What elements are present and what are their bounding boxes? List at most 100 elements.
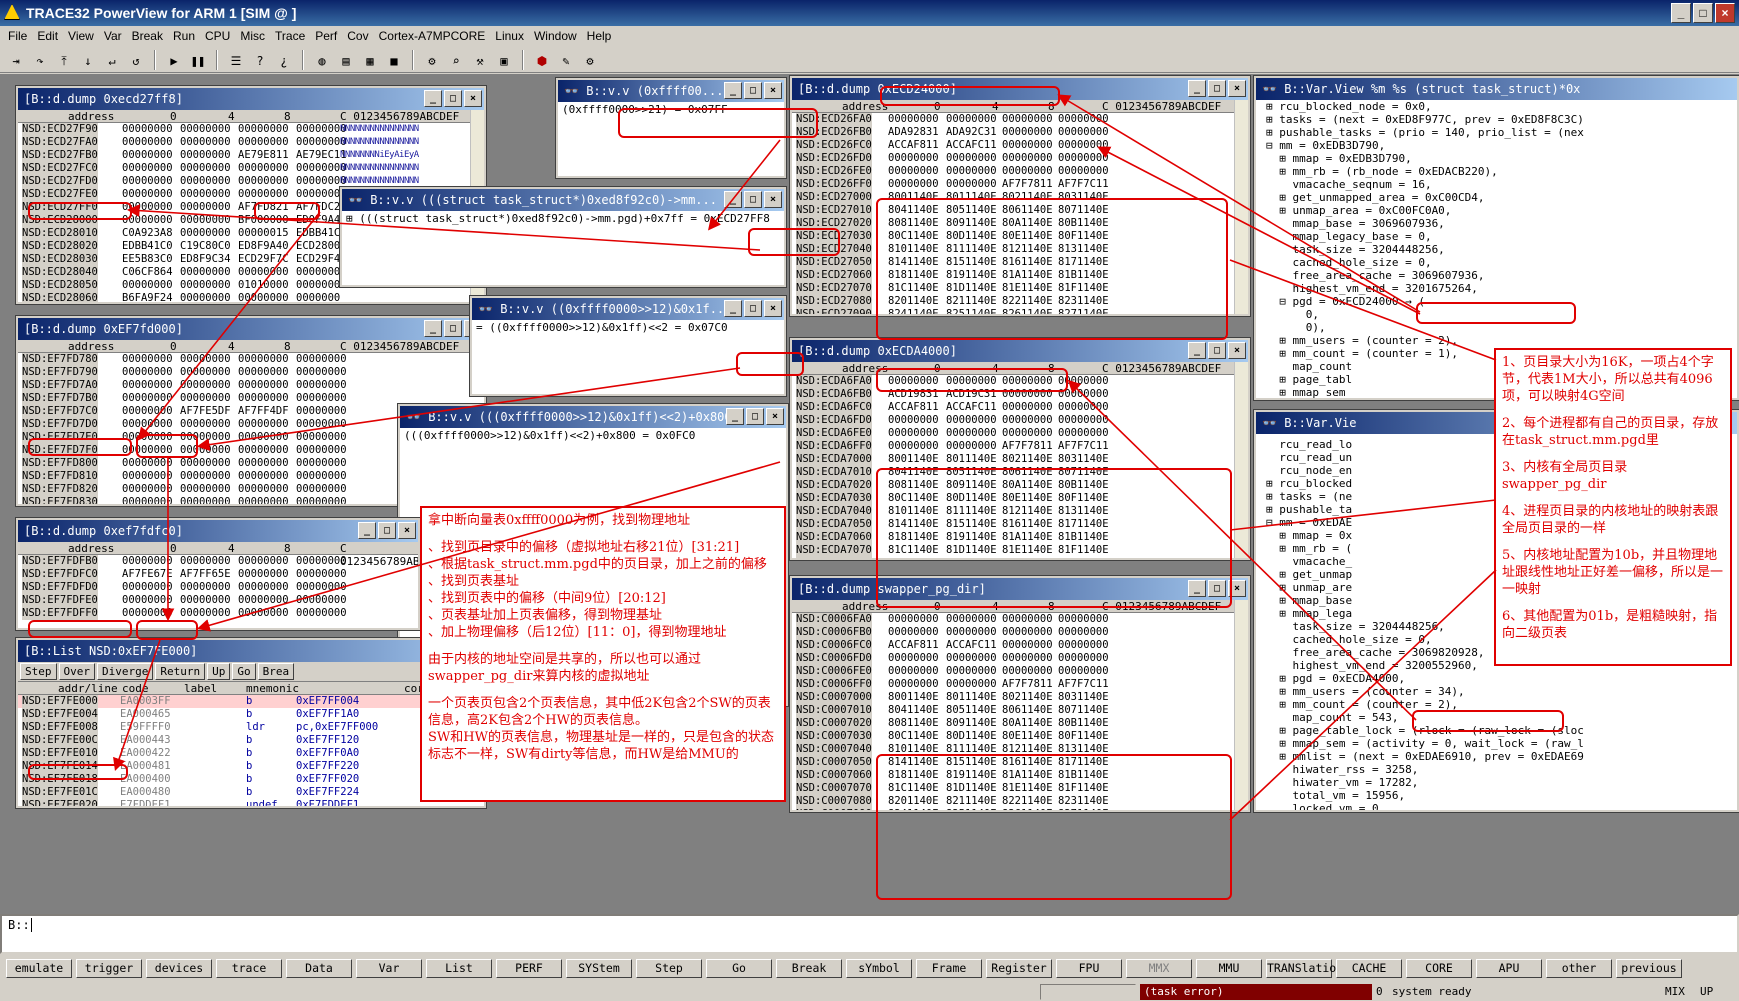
var-tree-item[interactable]: ⊞ mmap = 0xEDB3D790,	[1266, 152, 1737, 165]
minimize-icon[interactable]: _	[1188, 342, 1206, 359]
softkey-break[interactable]: Break	[776, 959, 842, 978]
dump-row[interactable]: NSD:ECD26FF0 00000000 00000000 AF7F7811 AF7F…	[792, 178, 1248, 191]
menu-file[interactable]: File	[8, 26, 27, 46]
softkey-symbol[interactable]: sYmbol	[846, 959, 912, 978]
settings-icon[interactable]: ⚙	[580, 49, 600, 70]
var-tree-item[interactable]: hiwater_rss = 3258,	[1266, 763, 1737, 776]
chip-icon[interactable]: ⚙	[422, 49, 442, 70]
maximize-icon[interactable]: □	[378, 522, 396, 539]
dump-row[interactable]: NSD:EF7FD7A0 00000000 00000000 00000000 0000…	[18, 379, 484, 392]
dump-row[interactable]: NSD:C0006FF0 00000000 00000000 AF7F7811 AF7F…	[792, 678, 1248, 691]
dump-row[interactable]: NSD:EF7FD780 00000000 00000000 00000000 0000…	[18, 353, 484, 366]
var-tree-item[interactable]: ⊞ unmap_area = 0xC00FC0A0,	[1266, 204, 1737, 217]
dump-row[interactable]: NSD:ECDA7030 80C1140E 80D1140E 80E1140E 80F1…	[792, 492, 1248, 505]
step-into-icon[interactable]: ⇥	[6, 49, 26, 70]
close-icon[interactable]: ×	[764, 82, 782, 99]
dump-row[interactable]: NSD:ECDA7040 8101140E 8111140E 8121140E 8131…	[792, 505, 1248, 518]
go-icon[interactable]: ▶	[164, 49, 184, 70]
dump-window-swapper-pg-dir[interactable]: [B::d.dump swapper_pg_dir] _ □ × address 0 4…	[789, 575, 1251, 813]
dump-row[interactable]: NSD:C0007050 8141140E 8151140E 8161140E 8171…	[792, 756, 1248, 769]
close-icon[interactable]: ×	[1228, 580, 1246, 597]
diverge-button[interactable]: Diverge	[97, 663, 154, 680]
vertical-scrollbar[interactable]	[1234, 362, 1248, 558]
dump-row[interactable]: NSD:EF7FDFF0 00000000 00000000 00000000 0000…	[18, 607, 418, 620]
maximize-icon[interactable]: □	[744, 191, 762, 208]
dump-row[interactable]: NSD:ECD27FA0 00000000 00000000 00000000 0000…	[18, 136, 484, 149]
list-row[interactable]: NSD:EF7FE004 EA000465 b 0xEF7FF1A0	[18, 708, 484, 721]
close-icon[interactable]: ×	[1228, 80, 1246, 97]
menu-cov[interactable]: Cov	[347, 26, 368, 46]
dump-row[interactable]: NSD:ECD26FA0 00000000 00000000 00000000 0000…	[792, 113, 1248, 126]
minimize-icon[interactable]: _	[724, 191, 742, 208]
window-title[interactable]: [B::List NSD:0xEF7FE000] _□×	[18, 640, 484, 662]
wrench-icon[interactable]: ✎	[556, 49, 576, 70]
var-tree-item[interactable]: 0),	[1266, 321, 1737, 334]
softkey-previous[interactable]: previous	[1616, 959, 1682, 978]
softkey-other[interactable]: other	[1546, 959, 1612, 978]
close-icon[interactable]: ×	[398, 522, 416, 539]
dump-row[interactable]: NSD:ECD27060 8181140E 8191140E 81A1140E 81B1…	[792, 269, 1248, 282]
var-tree-item[interactable]: ⊞ tasks = (next = 0xED8F977C, prev = 0xE…	[1266, 113, 1737, 126]
maximize-icon[interactable]: □	[1208, 580, 1226, 597]
var-tree-item[interactable]: map_count = 543,	[1266, 711, 1737, 724]
var-tree-item[interactable]: mmap_legacy_base = 0,	[1266, 230, 1737, 243]
dump-row[interactable]: NSD:ECD26FE0 00000000 00000000 00000000 0000…	[792, 165, 1248, 178]
stop-icon[interactable]: ◍	[312, 49, 332, 70]
var-tree-item[interactable]: ⊞ mmlist = (next = 0xEDAE6910, prev = 0x…	[1266, 750, 1737, 763]
var-tree-item[interactable]: ⊞ pgd = 0xECDA4000,	[1266, 672, 1737, 685]
dump-row[interactable]: NSD:ECD26FB0 ADA92831 ADA92C31 00000000 0000…	[792, 126, 1248, 139]
dump-row[interactable]: NSD:C0006FE0 00000000 00000000 00000000 0000…	[792, 665, 1248, 678]
return-button[interactable]: Return	[155, 663, 206, 680]
close-icon[interactable]: ×	[1228, 342, 1246, 359]
softkey-system[interactable]: SYStem	[566, 959, 632, 978]
window-title[interactable]: [B::d.dump 0xEF7fd000] _□×	[18, 318, 484, 340]
dump-row[interactable]: NSD:ECD27FB0 00000000 00000000 AE79E811 AE79…	[18, 149, 484, 162]
menu-run[interactable]: Run	[173, 26, 195, 46]
window-title[interactable]: 👓 B::v.v (((0xffff0000>>12)&0x1ff)<<2)+0…	[400, 406, 786, 428]
dump-row[interactable]: NSD:EF7FDFD0 00000000 00000000 00000000 0000…	[18, 581, 418, 594]
var-tree-item[interactable]: task_size = 3204448256,	[1266, 243, 1737, 256]
minimize-icon[interactable]: _	[424, 320, 442, 337]
var-tree-item[interactable]: ⊟ pgd = 0xECD24000 → (	[1266, 295, 1737, 308]
var-tree-item[interactable]: ⊞ get_unmapped_area = 0xC00CD4,	[1266, 191, 1737, 204]
softkey-perf[interactable]: PERF	[496, 959, 562, 978]
register-icon[interactable]: ▤	[336, 49, 356, 70]
dump-row[interactable]: NSD:C0007020 8081140E 8091140E 80A1140E 80B1…	[792, 717, 1248, 730]
dump-row[interactable]: NSD:EF7FDFB0 00000000 00000000 00000000 0000…	[18, 555, 418, 568]
close-icon[interactable]: ×	[464, 90, 482, 107]
config-icon[interactable]: ⚒	[470, 49, 490, 70]
softkey-register[interactable]: Register	[986, 959, 1052, 978]
dump-row[interactable]: NSD:EF7FDFC0 AF7FE67E AF7FF65E 00000000 0000…	[18, 568, 418, 581]
var-tree-item[interactable]: highest_vm_end = 3201675264,	[1266, 282, 1737, 295]
softkey-step[interactable]: Step	[636, 959, 702, 978]
dump-row[interactable]: NSD:EF7FDFE0 00000000 00000000 00000000 0000…	[18, 594, 418, 607]
over-button[interactable]: Over	[58, 663, 95, 680]
dump-row[interactable]: NSD:ECD26FD0 00000000 00000000 00000000 0000…	[792, 152, 1248, 165]
var-view-window-pgd[interactable]: 👓 B::v.v (((struct task_struct*)0xed8f92…	[339, 186, 787, 288]
dump-row[interactable]: NSD:ECD27040 8101140E 8111140E 8121140E 8131…	[792, 243, 1248, 256]
dump-row[interactable]: NSD:ECDA6FD0 00000000 00000000 00000000 0000…	[792, 414, 1248, 427]
window-title[interactable]: [B::d.dump 0xecd27ff8] _ □ ×	[18, 88, 484, 110]
window-title[interactable]: 👓 B::Var.View %m %s (struct task_struct)…	[1256, 78, 1737, 100]
var-tree-item[interactable]: locked_vm = 0,	[1266, 802, 1737, 810]
var-view-window-pte-offset[interactable]: 👓 B::v.v ((0xffff0000>>12)&0x1f... _ □ × =…	[469, 295, 787, 397]
dump-row[interactable]: NSD:ECD27FC0 00000000 00000000 00000000 0000…	[18, 162, 484, 175]
help-icon[interactable]: ?	[250, 49, 270, 70]
window-title[interactable]: 👓 B::v.v (((struct task_struct*)0xed8f92…	[342, 189, 784, 211]
softkey-mmu[interactable]: MMU	[1196, 959, 1262, 978]
var-tree-item[interactable]: cached_hole_size = 0,	[1266, 256, 1737, 269]
dump-row[interactable]: NSD:ECDA6FF0 00000000 00000000 AF7F7811 AF7F…	[792, 440, 1248, 453]
window-title[interactable]: [B::d.dump 0xECDA4000] _ □ ×	[792, 340, 1248, 362]
break-icon[interactable]: ❚❚	[188, 49, 208, 70]
close-icon[interactable]: ×	[764, 191, 782, 208]
dump-row[interactable]: NSD:ECD27000 8001140E 8011140E 8021140E 8031…	[792, 191, 1248, 204]
softkey-var[interactable]: Var	[356, 959, 422, 978]
window-title[interactable]: [B::d.dump swapper_pg_dir] _ □ ×	[792, 578, 1248, 600]
var-view-window-shift21[interactable]: 👓 B::v.v (0xffff00... _ □ × (0xffff0000>>2…	[555, 77, 787, 179]
minimize-button[interactable]: _	[1671, 3, 1691, 23]
dump-row[interactable]: NSD:C0007040 8101140E 8111140E 8121140E 8131…	[792, 743, 1248, 756]
softkey-data[interactable]: Data	[286, 959, 352, 978]
softkey-go[interactable]: Go	[706, 959, 772, 978]
list-icon[interactable]: ☰	[226, 49, 246, 70]
minimize-icon[interactable]: _	[1188, 80, 1206, 97]
